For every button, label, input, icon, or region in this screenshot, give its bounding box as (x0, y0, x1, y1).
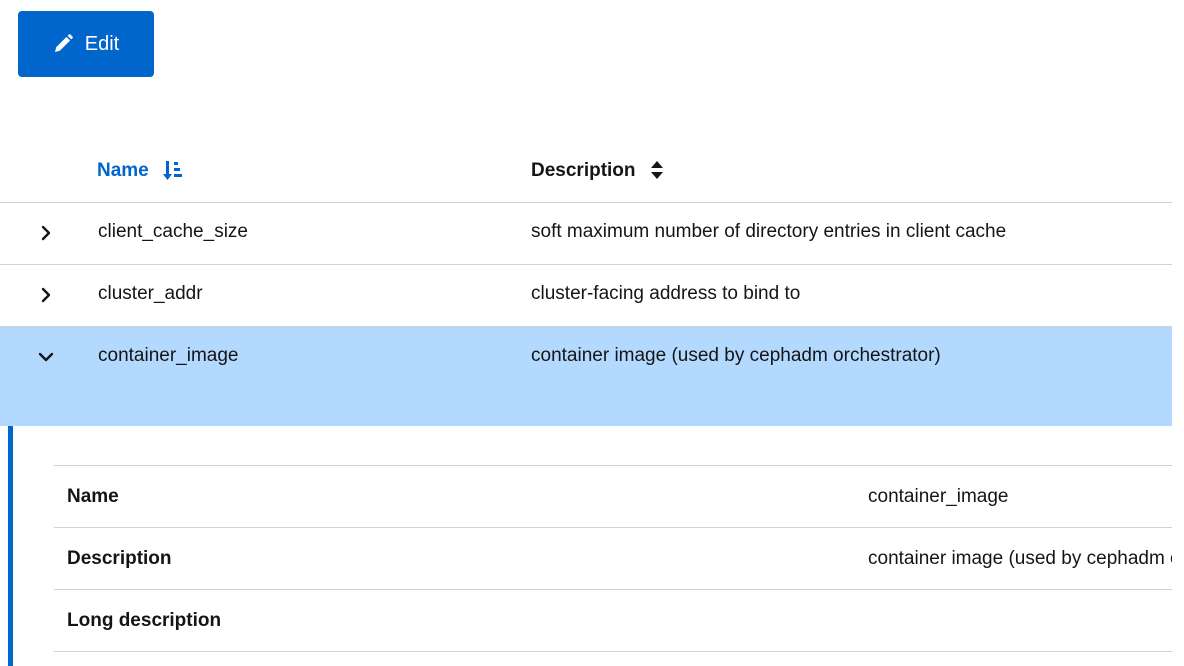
sort-icon (650, 160, 670, 182)
pencil-icon (53, 34, 73, 54)
row-name: container_image (98, 345, 239, 366)
edit-button[interactable]: Edit (18, 11, 154, 77)
details-row: Long description (54, 590, 1172, 652)
row-description: container image (used by cephadm orchest… (531, 345, 941, 366)
column-header-name[interactable]: Name (97, 160, 183, 182)
details-label: Name (67, 486, 119, 507)
row-name: cluster_addr (98, 283, 203, 304)
row-details-panel: Name container_image Description contain… (8, 426, 1172, 666)
details-label: Description (67, 548, 172, 569)
config-table: Name Description client_cache_size soft … (0, 140, 1172, 666)
edit-button-label: Edit (84, 32, 120, 55)
details-label: Long description (67, 610, 222, 631)
chevron-right-icon[interactable] (34, 221, 58, 245)
details-table: Name container_image Description contain… (54, 465, 1172, 652)
sort-amount-down-icon (162, 160, 183, 182)
chevron-down-icon[interactable] (34, 345, 58, 369)
table-row-selected[interactable]: container_image container image (used by… (0, 327, 1172, 426)
row-description: soft maximum number of directory entries… (531, 221, 1007, 242)
column-header-description-label: Description (531, 160, 636, 181)
column-header-name-label: Name (97, 160, 149, 181)
details-value: container_image (868, 486, 1009, 507)
details-row: Name container_image (54, 466, 1172, 528)
details-row: Description container image (used by cep… (54, 528, 1172, 590)
row-description: cluster-facing address to bind to (531, 283, 801, 304)
column-header-description[interactable]: Description (531, 160, 670, 182)
table-header: Name Description (0, 140, 1172, 203)
row-name: client_cache_size (98, 221, 248, 242)
config-page: Edit Name Description client_cache_size … (0, 0, 1184, 666)
table-row[interactable]: cluster_addr cluster-facing address to b… (0, 265, 1172, 327)
table-row[interactable]: client_cache_size soft maximum number of… (0, 203, 1172, 265)
details-value: container image (used by cephadm orchest… (868, 548, 1172, 569)
chevron-right-icon[interactable] (34, 283, 58, 307)
